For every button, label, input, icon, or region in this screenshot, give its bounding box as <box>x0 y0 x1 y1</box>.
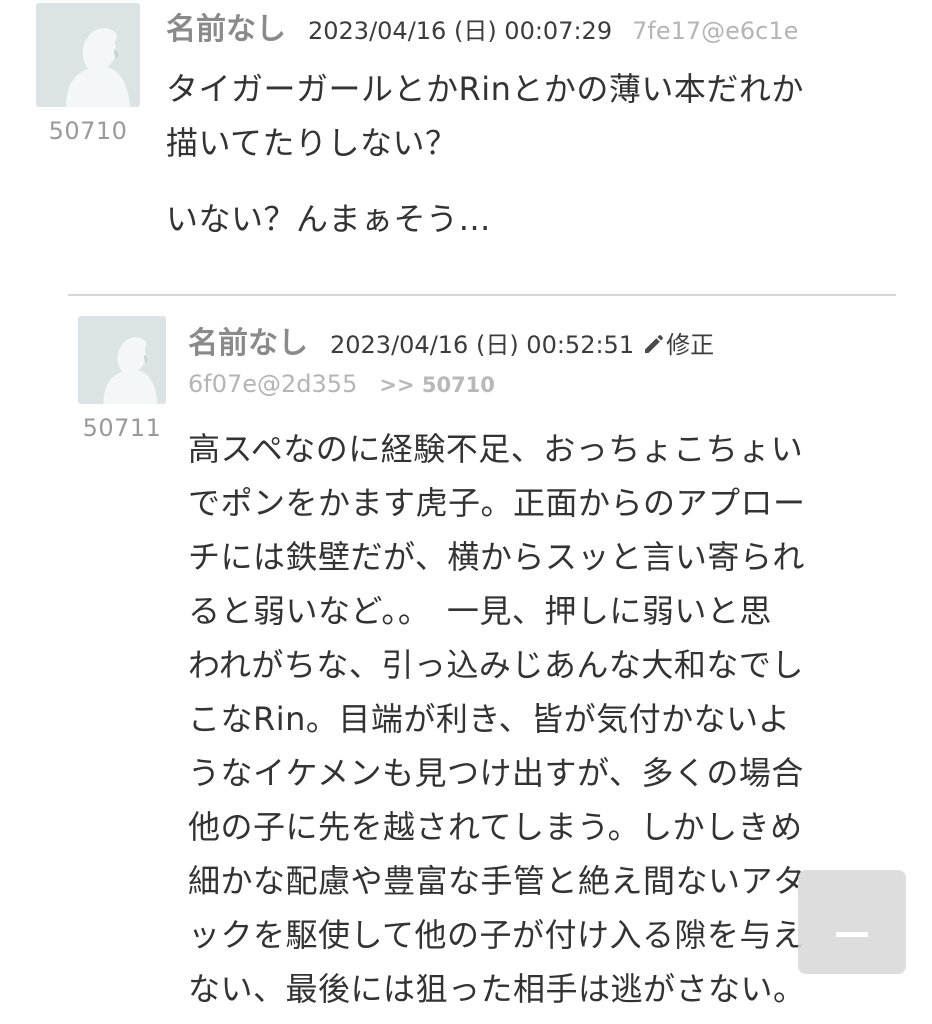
avatar-column: 50711 <box>78 316 166 442</box>
body-line: 描いてたりしない？ <box>166 124 458 162</box>
post-number[interactable]: 50710 <box>36 117 140 145</box>
post-meta: 名前なし 2023/04/16 (日) 00:07:29 7fe17@e6c1e <box>166 4 798 48</box>
post-date: 2023/04/16 (日) 00:52:51 <box>330 331 635 359</box>
user-id: 7fe17@e6c1e <box>632 17 799 45</box>
post-meta: 名前なし 2023/04/16 (日) 00:52:51 修正 <box>188 318 714 362</box>
body-line: ると弱いなど。。 一見、押しに弱いと思 <box>188 592 772 630</box>
scroll-to-top-icon <box>836 932 868 937</box>
scroll-to-top-button[interactable] <box>798 870 906 974</box>
author-name: 名前なし <box>166 12 286 47</box>
body-line: 細かな配慮や豊富な手管と絶え間ないアタ <box>188 862 806 900</box>
reply-anchor-link[interactable]: >> 50710 <box>379 373 495 397</box>
pencil-icon <box>645 335 664 353</box>
post-date: 2023/04/16 (日) 00:07:29 <box>308 17 613 45</box>
body-line: ックを駆使して他の子が付け入る隙を与え <box>188 916 805 954</box>
post-number[interactable]: 50711 <box>78 414 166 442</box>
default-avatar-silhouette-icon <box>36 3 140 107</box>
post-divider <box>68 294 896 296</box>
avatar[interactable] <box>78 316 166 404</box>
body-line: うなイケメンも見つけ出すが、多くの場合 <box>188 754 804 792</box>
body-line: いない？んまぁそう… <box>166 200 492 238</box>
body-line: ない、最後には狙った相手は逃がさない。 <box>188 970 806 1008</box>
edit-label: 修正 <box>666 331 715 359</box>
body-line: 高スペなのに経験不足、おっちょこちょい <box>188 430 804 468</box>
post-body: 高スペなのに経験不足、おっちょこちょい でポンをかます虎子。正面からのアプロー … <box>188 422 888 1016</box>
avatar-column: 50710 <box>36 3 140 145</box>
post-meta-sub: 6f07e@2d355 >> 50710 <box>188 370 495 398</box>
post-body: タイガーガールとかRinとかの薄い本だれか 描いてたりしない？ いない？んまぁそ… <box>166 62 886 246</box>
body-line: こなRin。目端が利き、皆が気付かないよ <box>188 700 791 738</box>
body-line: 他の子に先を越されてしまう。しかしきめ <box>188 808 803 846</box>
body-line: でポンをかます虎子。正面からのアプロー <box>188 484 806 522</box>
body-line: タイガーガールとかRinとかの薄い本だれか <box>166 70 804 108</box>
author-name: 名前なし <box>188 326 308 361</box>
body-line: われがちな、引っ込みじあんな大和なでし <box>188 646 804 684</box>
avatar[interactable] <box>36 3 140 107</box>
body-line: チには鉄壁だが、横からスッと言い寄られ <box>188 538 805 576</box>
edit-button[interactable]: 修正 <box>642 331 714 359</box>
user-id: 6f07e@2d355 <box>188 370 358 398</box>
default-avatar-silhouette-icon <box>78 316 166 404</box>
